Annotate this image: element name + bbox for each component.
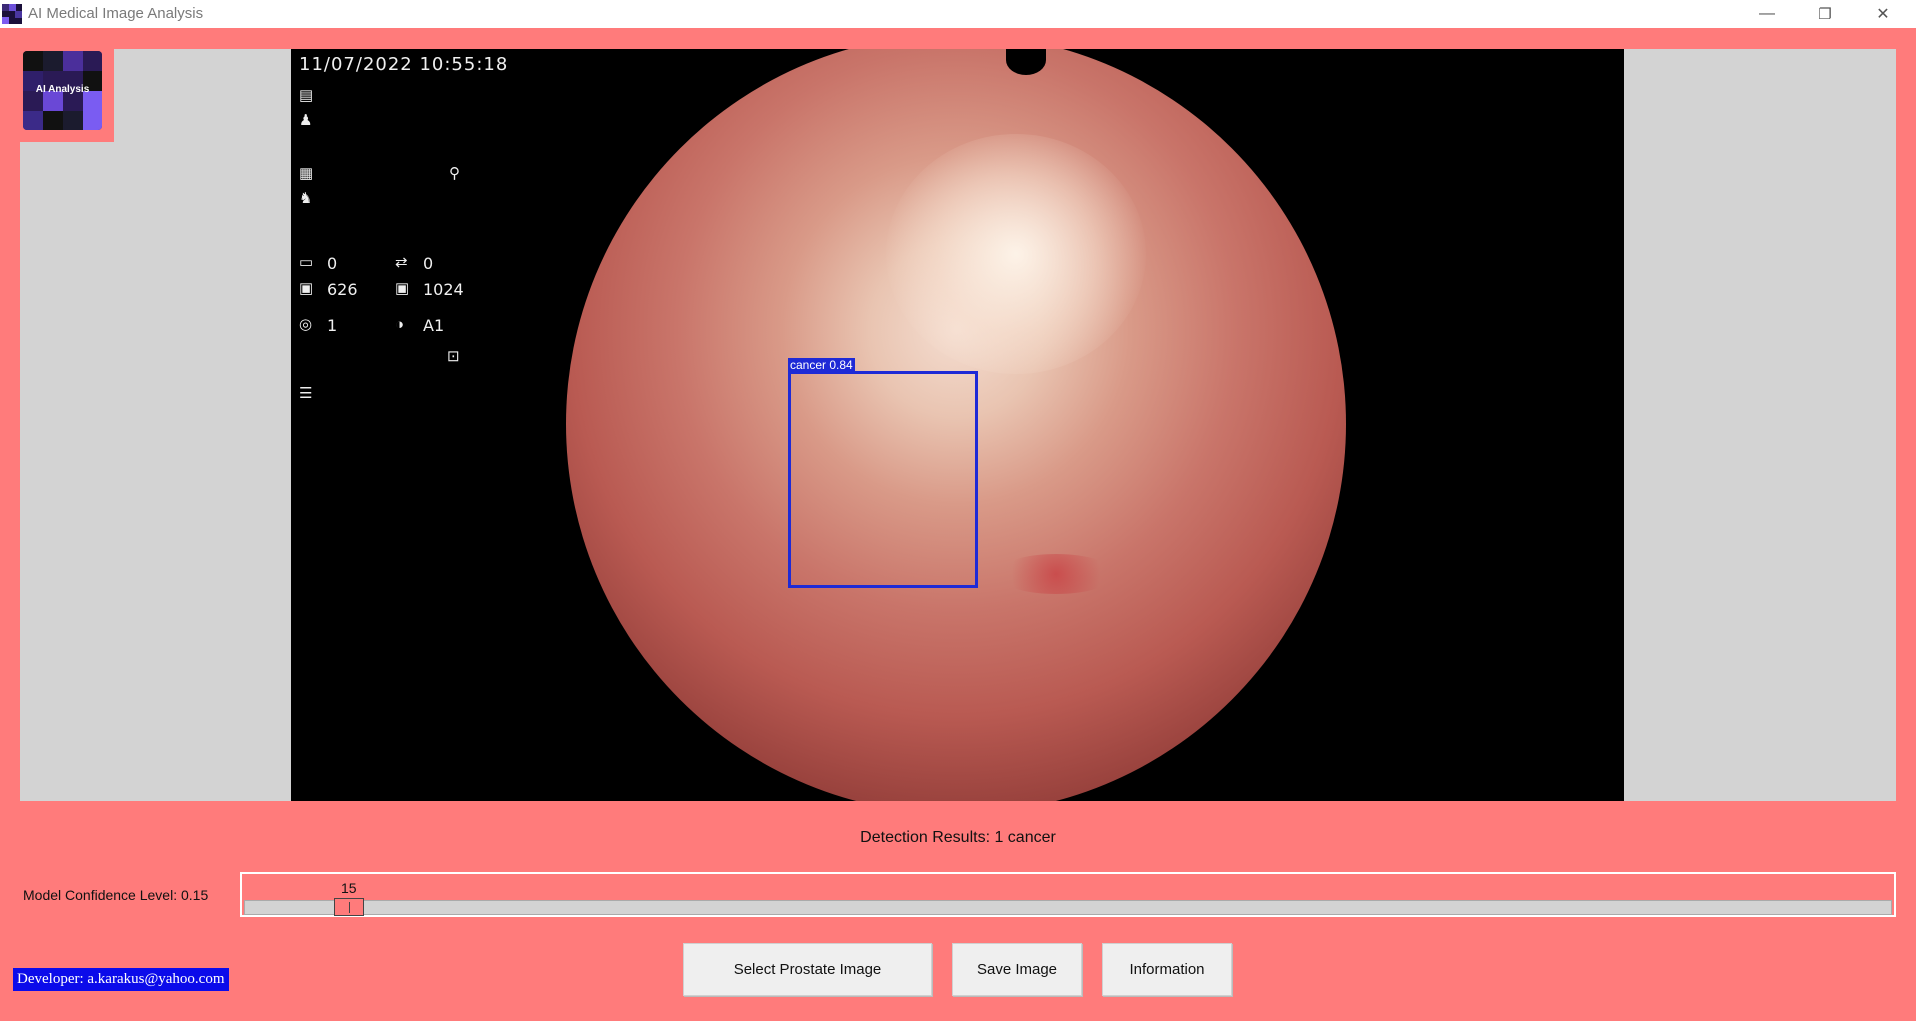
storage-icon: ▭ [299,254,314,271]
title-bar: AI Medical Image Analysis — ❐ ✕ [0,0,1916,28]
logo-label: AI Analysis [35,84,90,95]
osd-value-preset: A1 [423,316,445,335]
slider-thumb[interactable] [334,898,364,916]
close-button[interactable]: ✕ [1854,0,1912,28]
minimize-button[interactable]: — [1738,0,1796,28]
detection-box [788,371,978,588]
preset-icon: ◑ [395,316,405,333]
slider-track[interactable] [244,900,1892,915]
app-icon [2,4,22,24]
restore-button[interactable]: ❐ [1796,0,1854,28]
person-icon: ♟ [299,112,313,129]
id-card-icon: ▤ [299,87,314,104]
slider-value: 15 [341,880,357,896]
save-image-button[interactable]: Save Image [952,943,1082,996]
select-prostate-image-button[interactable]: Select Prostate Image [683,943,932,996]
developer-credit: Developer: a.karakus@yahoo.com [13,968,229,991]
detection-label: cancer 0.84 [788,358,855,373]
osd-value-storage: 0 [327,254,338,273]
comment-icon: ☰ [299,385,313,402]
osd-value-transfer: 0 [423,254,434,273]
ai-analysis-logo: AI Analysis [23,51,102,130]
doctor-icon: ♞ [299,190,313,207]
endoscopy-image-view: 11/07/2022 10:55:18 ▤ ♟ ▦ ⚲ ♞ ▭ 0 ⇄ 0 ▣ … [291,49,1624,801]
osd-datetime: 11/07/2022 10:55:18 [299,54,509,75]
information-button[interactable]: Information [1102,943,1232,996]
gender-icon: ⚲ [449,165,460,182]
lock-icon: ⊡ [447,348,460,365]
images-icon: ▣ [299,280,314,297]
window-title: AI Medical Image Analysis [28,5,204,22]
transfer-icon: ⇄ [395,254,408,271]
confidence-slider[interactable]: 15 [240,872,1896,917]
confidence-label: Model Confidence Level: 0.15 [23,887,209,903]
detection-results: Detection Results: 1 cancer [860,829,1056,846]
osd-value-images: 626 [327,280,358,299]
osd-value-resolution: 1024 [423,280,464,299]
mode-icon: ◎ [299,316,313,333]
calendar-icon: ▦ [299,165,314,182]
resolution-icon: ▣ [395,280,410,297]
osd-value-mode: 1 [327,316,338,335]
logo-frame: AI Analysis [20,49,114,142]
